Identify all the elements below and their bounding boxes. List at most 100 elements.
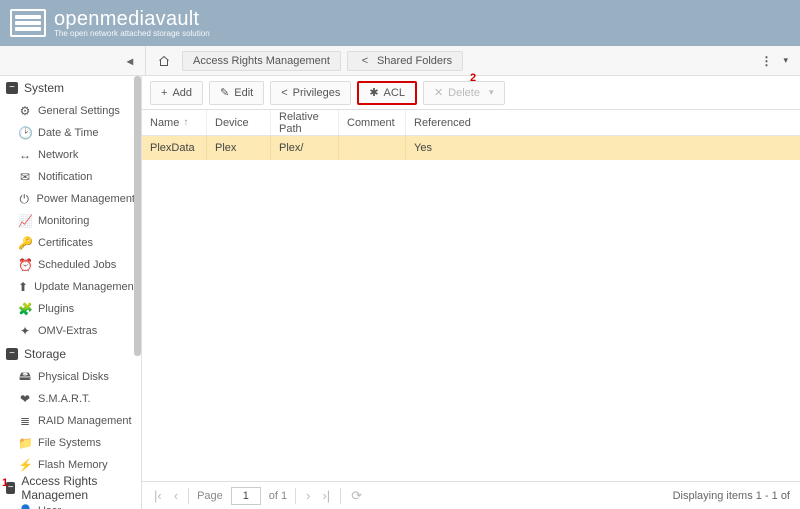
table-row[interactable]: PlexData Plex Plex/ Yes — [142, 136, 800, 160]
sidebar[interactable]: −System⚙General Settings🕑Date & Time↔Net… — [0, 76, 142, 509]
logo-icon — [10, 9, 46, 37]
sidebar-item[interactable]: ✉ Notification — [0, 166, 141, 188]
page-of: of 1 — [269, 490, 287, 502]
sidebar-item[interactable]: ⏰ Scheduled Jobs — [0, 254, 141, 276]
sidebar-item-icon: ≣ — [18, 414, 32, 428]
grid-body[interactable]: PlexData Plex Plex/ Yes — [142, 136, 800, 481]
overflow-menu-button[interactable]: ⋮ — [756, 54, 777, 68]
page-last-button[interactable]: ›| — [320, 488, 332, 503]
sidebar-item[interactable]: 🕑Date & Time — [0, 122, 141, 144]
edit-icon: ✎ — [220, 86, 229, 99]
sidebar-group[interactable]: −System — [0, 76, 141, 100]
breadcrumb-section-label: Access Rights Management — [193, 55, 330, 67]
sidebar-item-label: RAID Management — [38, 415, 132, 427]
sidebar-item-icon: ⚡ — [18, 458, 32, 472]
sidebar-item-label: Scheduled Jobs — [38, 259, 116, 271]
pager-status: Displaying items 1 - 1 of — [673, 490, 790, 502]
page-first-button[interactable]: |‹ — [152, 488, 164, 503]
sidebar-item[interactable]: ⬆Update Management — [0, 276, 141, 298]
col-header-referenced[interactable]: Referenced — [406, 110, 472, 135]
minus-icon: − — [6, 348, 18, 360]
sidebar-item-label: Plugins — [38, 303, 74, 315]
sidebar-item-label: User — [38, 505, 61, 509]
grid-header: Name↑ Device Relative Path Comment Refer… — [142, 110, 800, 136]
col-header-comment[interactable]: Comment — [339, 110, 406, 135]
minus-icon: − — [6, 82, 18, 94]
sidebar-item[interactable]: 📈 Monitoring — [0, 210, 141, 232]
page-input[interactable] — [231, 487, 261, 505]
sidebar-item-icon: 📁 — [18, 436, 32, 450]
sidebar-item-label: S.M.A.R.T. — [38, 393, 91, 405]
sidebar-item-icon: 📈 — [18, 214, 32, 228]
cell-name: PlexData — [142, 136, 207, 160]
sidebar-item[interactable]: ↔ Network — [0, 144, 141, 166]
sidebar-item-icon: ⏰ — [18, 258, 32, 272]
sidebar-group-label: Access Rights Managemen — [21, 474, 135, 502]
home-button[interactable] — [152, 50, 176, 72]
chevron-down-icon[interactable]: ▾ — [783, 55, 788, 66]
col-header-name[interactable]: Name↑ — [142, 110, 207, 135]
plus-icon: + — [161, 87, 167, 99]
cell-comment — [339, 136, 406, 160]
page-prev-button[interactable]: ‹ — [172, 488, 180, 503]
scrollbar-thumb[interactable] — [134, 76, 141, 356]
sidebar-item-icon: ⚙ — [18, 104, 32, 118]
sidebar-item[interactable]: 🔑Certificates — [0, 232, 141, 254]
annotation-1: 1 — [2, 477, 8, 489]
sidebar-item[interactable]: ✦OMV-Extras — [0, 320, 141, 342]
sidebar-item-label: Physical Disks — [38, 371, 109, 383]
breadcrumb-section[interactable]: Access Rights Management — [182, 51, 341, 71]
sidebar-group-label: System — [24, 81, 64, 95]
sidebar-item-label: Certificates — [38, 237, 93, 249]
toolbar: 2 +Add ✎Edit <Privileges ✱ACL ✕Delete▾ — [142, 76, 800, 110]
sidebar-group[interactable]: −Storage — [0, 342, 141, 366]
x-icon: ✕ — [434, 86, 443, 99]
sidebar-group-label: Storage — [24, 347, 66, 361]
sidebar-item[interactable]: ⚙ General Settings — [0, 100, 141, 122]
sidebar-item-icon: ✉ — [18, 170, 32, 184]
brand-title: openmediavault — [54, 9, 210, 29]
main-panel: 2 +Add ✎Edit <Privileges ✱ACL ✕Delete▾ N… — [142, 76, 800, 509]
sidebar-item-label: Flash Memory — [38, 459, 108, 471]
add-button[interactable]: +Add — [150, 81, 203, 105]
sidebar-item-label: General Settings — [38, 105, 120, 117]
col-header-device[interactable]: Device — [207, 110, 271, 135]
cell-ref: Yes — [406, 136, 472, 160]
sidebar-item-icon: ⏻ — [18, 192, 31, 207]
sidebar-item[interactable]: ≣ RAID Management — [0, 410, 141, 432]
sidebar-item-label: OMV-Extras — [38, 325, 97, 337]
sidebar-item[interactable]: ⏻ Power Management — [0, 188, 141, 210]
home-icon — [158, 55, 170, 67]
privileges-button[interactable]: <Privileges — [270, 81, 351, 105]
page-next-button[interactable]: › — [304, 488, 312, 503]
sidebar-item[interactable]: 🧩Plugins — [0, 298, 141, 320]
collapse-sidebar-button[interactable]: ◂ — [6, 46, 146, 76]
refresh-button[interactable]: ⟳ — [349, 488, 364, 504]
sidebar-item-label: Monitoring — [38, 215, 89, 227]
share-icon: < — [281, 87, 287, 99]
breadcrumb-page-label: Shared Folders — [377, 55, 452, 67]
col-header-path[interactable]: Relative Path — [271, 110, 339, 135]
chevron-down-icon: ▾ — [489, 87, 494, 98]
sidebar-item-icon: ⬆ — [18, 280, 28, 294]
sidebar-item-icon: 👤 — [18, 504, 32, 509]
sidebar-group[interactable]: −Access Rights Managemen — [0, 476, 141, 500]
edit-button[interactable]: ✎Edit — [209, 81, 264, 105]
sidebar-item-icon: ↔ — [18, 148, 32, 162]
sort-asc-icon: ↑ — [183, 117, 188, 128]
sidebar-item[interactable]: ❤S.M.A.R.T. — [0, 388, 141, 410]
sidebar-item-label: Date & Time — [38, 127, 99, 139]
sidebar-item[interactable]: 🖴 Physical Disks — [0, 366, 141, 388]
sidebar-item-label: Notification — [38, 171, 92, 183]
sidebar-item-label: Power Management — [37, 193, 135, 205]
sidebar-item-icon: 🖴 — [18, 367, 32, 388]
sidebar-item[interactable]: ⚡ Flash Memory — [0, 454, 141, 476]
sidebar-item-label: Network — [38, 149, 78, 161]
cell-path: Plex/ — [271, 136, 339, 160]
delete-button[interactable]: ✕Delete▾ — [423, 81, 505, 105]
sidebar-item[interactable]: 📁File Systems — [0, 432, 141, 454]
acl-button[interactable]: ✱ACL — [357, 81, 417, 105]
cell-device: Plex — [207, 136, 271, 160]
breadcrumb-page[interactable]: < Shared Folders — [347, 51, 463, 71]
brand-subtitle: The open network attached storage soluti… — [54, 29, 210, 38]
